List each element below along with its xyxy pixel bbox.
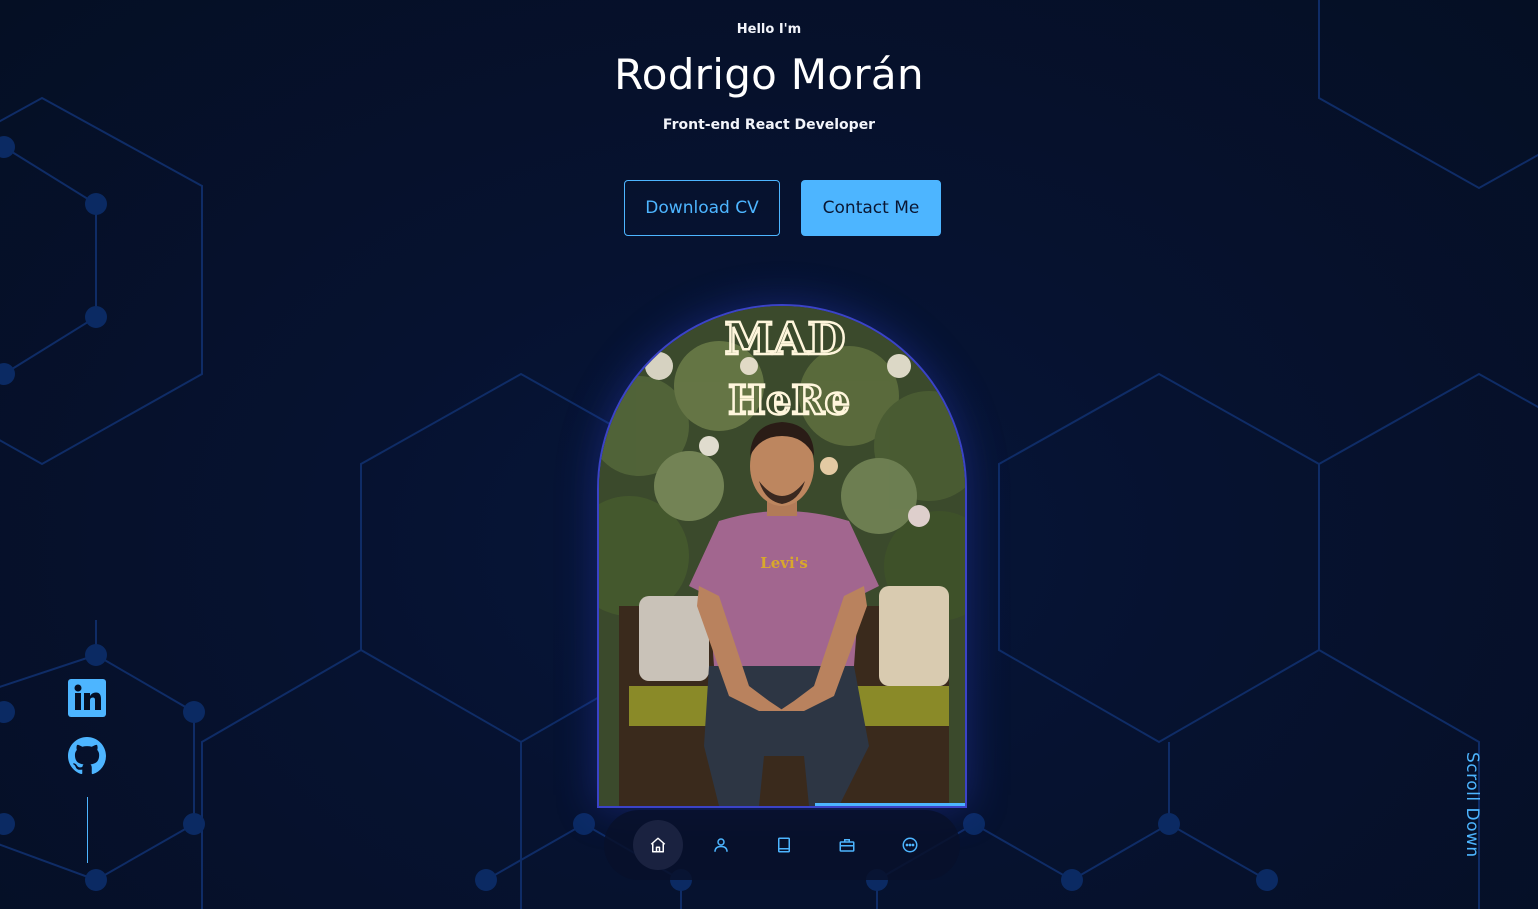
social-divider-line (87, 797, 88, 863)
github-link[interactable] (68, 737, 106, 779)
contact-me-button[interactable]: Contact Me (801, 180, 941, 236)
hero-section: Hello I'm Rodrigo Morán Front-end React … (0, 0, 1538, 909)
neon-sign-here: HeRe (728, 377, 850, 424)
nav-experience[interactable] (759, 820, 809, 870)
book-icon (778, 837, 790, 853)
profile-photo: MAD HeRe Levi's (597, 304, 967, 808)
linkedin-icon (68, 679, 106, 717)
nav-portfolio[interactable] (822, 820, 872, 870)
bottom-nav (604, 810, 960, 880)
linkedin-link[interactable] (68, 679, 106, 721)
scroll-down-link[interactable]: Scroll Down (1462, 752, 1482, 858)
social-links (67, 679, 107, 779)
nav-about[interactable] (696, 820, 746, 870)
neon-sign-mad: MAD (725, 314, 846, 365)
briefcase-icon (839, 839, 855, 852)
download-cv-button[interactable]: Download CV (624, 180, 780, 236)
user-icon (714, 838, 728, 852)
shirt-logo: Levi's (760, 554, 808, 572)
page-title: Rodrigo Morán (614, 50, 924, 99)
github-icon (68, 737, 106, 775)
greeting-text: Hello I'm (736, 22, 802, 37)
home-icon (650, 837, 666, 853)
role-subtitle: Front-end React Developer (662, 117, 876, 133)
message-icon (902, 837, 918, 853)
nav-home[interactable] (633, 820, 683, 870)
nav-contact[interactable] (885, 820, 935, 870)
